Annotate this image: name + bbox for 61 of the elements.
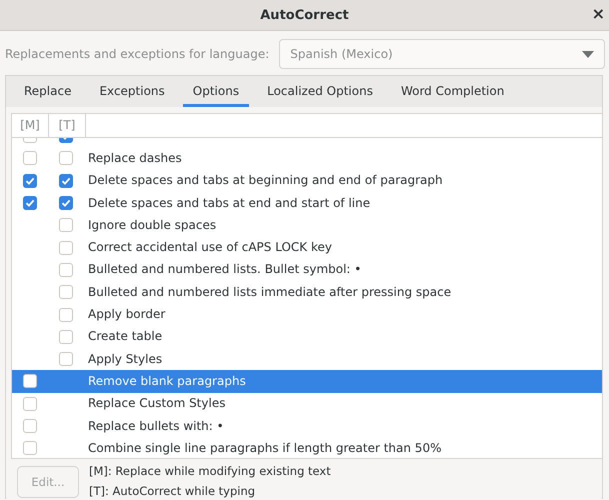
checkbox[interactable] <box>59 196 73 210</box>
check-icon <box>61 198 71 208</box>
option-label: Replace bullets with: • <box>87 418 224 434</box>
checkbox[interactable] <box>59 285 73 300</box>
check-icon <box>25 198 35 208</box>
list-row[interactable]: Replace Custom Styles <box>12 392 602 415</box>
option-label: Combine single line paragraphs if length greater than 50% <box>87 440 442 456</box>
option-label: Replace dashes <box>87 150 182 166</box>
close-button[interactable]: × <box>592 6 605 21</box>
list-row[interactable]: Bulleted and numbered lists. Bullet symbol: • <box>12 258 602 282</box>
checkbox[interactable] <box>59 352 73 366</box>
checkbox[interactable] <box>23 196 37 210</box>
option-label: Bulleted and numbered lists immediate after pressing space <box>87 284 452 300</box>
list-row[interactable]: Delete spaces and tabs at end and start of line <box>12 192 602 214</box>
legend-text: [T]: AutoCorrect while typing <box>89 484 256 499</box>
list-row[interactable]: Replace bullets with: • <box>12 414 602 438</box>
window-title: AutoCorrect <box>260 8 349 22</box>
tab[interactable]: Localized Options <box>257 76 383 107</box>
list-row[interactable]: Apply border <box>12 303 602 326</box>
legend-text: [M]: Replace while modifying existing text <box>89 464 331 479</box>
option-label: Apply border <box>87 307 166 322</box>
option-label: Create table <box>87 329 162 344</box>
option-label: Bulleted and numbered lists. Bullet symbol: • <box>87 262 362 278</box>
checkbox[interactable] <box>59 262 73 277</box>
check-icon <box>25 176 35 186</box>
option-label: Replace Custom Styles <box>87 396 226 412</box>
list-row[interactable]: Ignore double spaces <box>12 214 602 236</box>
language-label: Replacements and exceptions for language: <box>5 46 270 62</box>
option-label: Ignore double spaces <box>87 218 216 233</box>
column-header: [T] <box>49 114 86 137</box>
tab[interactable]: Replace <box>14 76 82 107</box>
list-row[interactable]: Bulleted and numbered lists immediate after pressing space <box>12 281 602 304</box>
option-label: Apply Styles <box>87 352 162 367</box>
list-row[interactable]: Combine single line paragraphs if length greater than 50% <box>12 437 602 458</box>
list-row[interactable]: Delete spaces and tabs at beginning and end of paragraph <box>12 170 602 192</box>
option-label: Delete spaces and tabs at beginning and end of paragraph <box>87 173 443 188</box>
option-label: Remove blank paragraphs <box>87 374 246 389</box>
checkbox[interactable] <box>59 240 73 255</box>
column-header: [M] <box>12 114 49 137</box>
list-row[interactable]: Replace dashes <box>12 147 602 170</box>
checkbox[interactable] <box>23 419 37 433</box>
checkbox[interactable] <box>59 174 73 188</box>
list-row[interactable]: Correct accidental use of cAPS LOCK key <box>12 236 602 259</box>
list-row[interactable]: Create table <box>12 326 602 348</box>
option-label: Delete spaces and tabs at end and start of line <box>87 196 370 211</box>
checkbox[interactable] <box>23 374 37 388</box>
checkbox[interactable] <box>59 151 73 166</box>
checkbox[interactable] <box>23 151 37 166</box>
checkbox[interactable] <box>23 396 37 411</box>
tab[interactable]: Exceptions <box>89 76 175 107</box>
tab[interactable]: Word Completion <box>390 76 514 107</box>
selected-row[interactable]: Remove blank paragraphs <box>12 370 602 393</box>
dropdown-arrow-icon <box>582 50 594 58</box>
checkbox[interactable] <box>59 308 73 322</box>
list-row[interactable]: Apply Styles <box>12 348 602 370</box>
option-label: Correct accidental use of cAPS LOCK key <box>87 240 332 256</box>
checkbox[interactable] <box>59 330 73 344</box>
checkbox[interactable] <box>23 441 37 456</box>
checkbox[interactable] <box>59 218 73 232</box>
checkbox[interactable] <box>23 174 37 188</box>
check-icon <box>61 176 71 186</box>
